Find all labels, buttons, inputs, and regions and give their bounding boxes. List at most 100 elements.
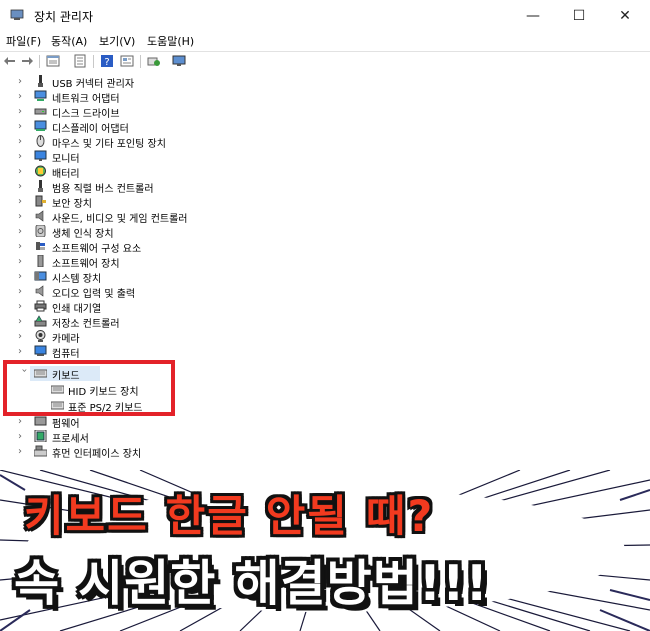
chevron-right-icon[interactable]: › (18, 164, 28, 179)
details-icon[interactable] (120, 54, 134, 68)
chevron-right-icon[interactable]: › (18, 134, 28, 149)
chevron-right-icon[interactable]: › (18, 254, 28, 269)
list-icon[interactable] (73, 54, 87, 68)
chevron-right-icon[interactable]: › (18, 119, 28, 134)
tree-item[interactable]: › 펌웨어 (0, 414, 650, 430)
tree-item-label: 인쇄 대기열 (52, 304, 102, 315)
tree-item-label: 휴먼 인터페이스 장치 (52, 449, 142, 460)
tree-item-label: 디스크 드라이브 (52, 109, 120, 120)
tree-item-label: 프로세서 (52, 434, 89, 445)
chevron-right-icon[interactable]: › (18, 414, 28, 429)
camera-icon (35, 330, 46, 342)
tree-item-label: 디스플레이 어댑터 (52, 124, 129, 135)
system-device-icon (34, 271, 47, 281)
menu-bar: 파일(F) 동작(A) 보기(V) 도움말(H) (0, 31, 650, 51)
chevron-right-icon[interactable]: › (18, 89, 28, 104)
printer-icon (34, 300, 47, 312)
maximize-button[interactable]: ☐ (556, 0, 602, 31)
chevron-right-icon[interactable]: › (18, 284, 28, 299)
chevron-right-icon[interactable]: › (18, 209, 28, 224)
chevron-right-icon[interactable]: › (18, 299, 28, 314)
forward-icon[interactable] (20, 54, 34, 68)
chevron-right-icon[interactable]: › (18, 269, 28, 284)
close-button[interactable]: ✕ (602, 0, 648, 31)
menu-action[interactable]: 동작(A) (51, 33, 87, 49)
tree-item[interactable]: › 디스플레이 어댑터 (0, 119, 650, 135)
tree-item[interactable]: › 컴퓨터 (0, 344, 650, 360)
chevron-right-icon[interactable]: › (18, 74, 28, 89)
tree-item-label: 시스템 장치 (52, 274, 102, 285)
chevron-right-icon[interactable]: › (18, 239, 28, 254)
banner-subheadline: 속 시원한 해결방법!!! (14, 555, 489, 612)
mouse-icon (36, 135, 45, 147)
chevron-right-icon[interactable]: › (18, 104, 28, 119)
tree-item[interactable]: › 저장소 컨트롤러 (0, 314, 650, 330)
window-title: 장치 관리자 (34, 10, 94, 24)
tree-item-label: 컴퓨터 (52, 349, 80, 360)
display-adapter-icon (34, 120, 47, 131)
tree-item-label: 펌웨어 (52, 419, 80, 430)
menu-help[interactable]: 도움말(H) (147, 33, 194, 49)
back-icon[interactable] (3, 54, 17, 68)
chevron-right-icon[interactable]: › (18, 149, 28, 164)
scan-icon[interactable] (147, 54, 161, 68)
tree-item-label: 배터리 (52, 169, 80, 180)
monitor-icon (34, 150, 47, 161)
tree-item[interactable]: › 인쇄 대기열 (0, 299, 650, 315)
tree-item[interactable]: › 생체 인식 장치 (0, 224, 650, 240)
tree-item[interactable]: › 휴먼 인터페이스 장치 (0, 444, 650, 460)
processor-icon (34, 430, 47, 442)
hid-icon (34, 445, 47, 457)
tree-item-label: 소프트웨어 구성 요소 (52, 244, 142, 255)
tree-item-label: 저장소 컨트롤러 (52, 319, 120, 330)
chevron-right-icon[interactable]: › (18, 194, 28, 209)
tree-item[interactable]: › 사운드, 비디오 및 게임 컨트롤러 (0, 209, 650, 225)
tree-item[interactable]: › 시스템 장치 (0, 269, 650, 285)
tree-item[interactable]: › 소프트웨어 장치 (0, 254, 650, 270)
chevron-right-icon[interactable]: › (18, 224, 28, 239)
tree-item-label: 보안 장치 (52, 199, 92, 210)
tree-item[interactable]: › 오디오 입력 및 출력 (0, 284, 650, 300)
banner-headline: 키보드 한글 안될 때? (24, 492, 435, 542)
menu-view[interactable]: 보기(V) (99, 33, 135, 49)
tree-item[interactable]: › 소프트웨어 구성 요소 (0, 239, 650, 255)
tree-item-label: 소프트웨어 장치 (52, 259, 120, 270)
chevron-right-icon[interactable]: › (18, 314, 28, 329)
biometric-icon (35, 225, 46, 237)
storage-controller-icon (34, 315, 47, 327)
tree-item[interactable]: › 보안 장치 (0, 194, 650, 210)
tree-item[interactable]: › 범용 직렬 버스 컨트롤러 (0, 179, 650, 195)
properties-icon[interactable] (46, 54, 60, 68)
computer-icon (34, 345, 47, 356)
tree-item[interactable]: › 디스크 드라이브 (0, 104, 650, 120)
tree-item[interactable]: › 배터리 (0, 164, 650, 180)
highlight-box (3, 360, 175, 416)
tree-item-label: USB 커넥터 관리자 (52, 79, 135, 90)
chevron-right-icon[interactable]: › (18, 344, 28, 359)
tree-item[interactable]: › 모니터 (0, 149, 650, 165)
tree-item[interactable]: › 프로세서 (0, 429, 650, 445)
title-bar: 장치 관리자 — ☐ ✕ (0, 0, 650, 31)
tree-item-label: 오디오 입력 및 출력 (52, 289, 136, 300)
menu-file[interactable]: 파일(F) (6, 33, 41, 49)
chevron-right-icon[interactable]: › (18, 429, 28, 444)
battery-icon (35, 165, 46, 177)
tree-item-label: 모니터 (52, 154, 80, 165)
tree-item-label: 범용 직렬 버스 컨트롤러 (52, 184, 154, 195)
monitor-icon[interactable] (172, 54, 186, 68)
caption-banner: 키보드 한글 안될 때? 속 시원한 해결방법!!! (0, 470, 650, 631)
tree-item[interactable]: › 네트워크 어댑터 (0, 89, 650, 105)
tree-item-label: 카메라 (52, 334, 80, 345)
help-icon[interactable]: ? (100, 54, 114, 68)
tree-item[interactable]: › 마우스 및 기타 포인팅 장치 (0, 134, 650, 150)
tree-item-label: 생체 인식 장치 (52, 229, 114, 240)
tree-item[interactable]: › 카메라 (0, 329, 650, 345)
minimize-button[interactable]: — (510, 0, 556, 31)
firmware-icon (34, 416, 47, 426)
network-adapter-icon (34, 90, 47, 101)
chevron-right-icon[interactable]: › (18, 444, 28, 459)
audio-io-icon (35, 285, 44, 297)
chevron-right-icon[interactable]: › (18, 179, 28, 194)
chevron-right-icon[interactable]: › (18, 329, 28, 344)
tree-item[interactable]: › USB 커넥터 관리자 (0, 74, 650, 90)
